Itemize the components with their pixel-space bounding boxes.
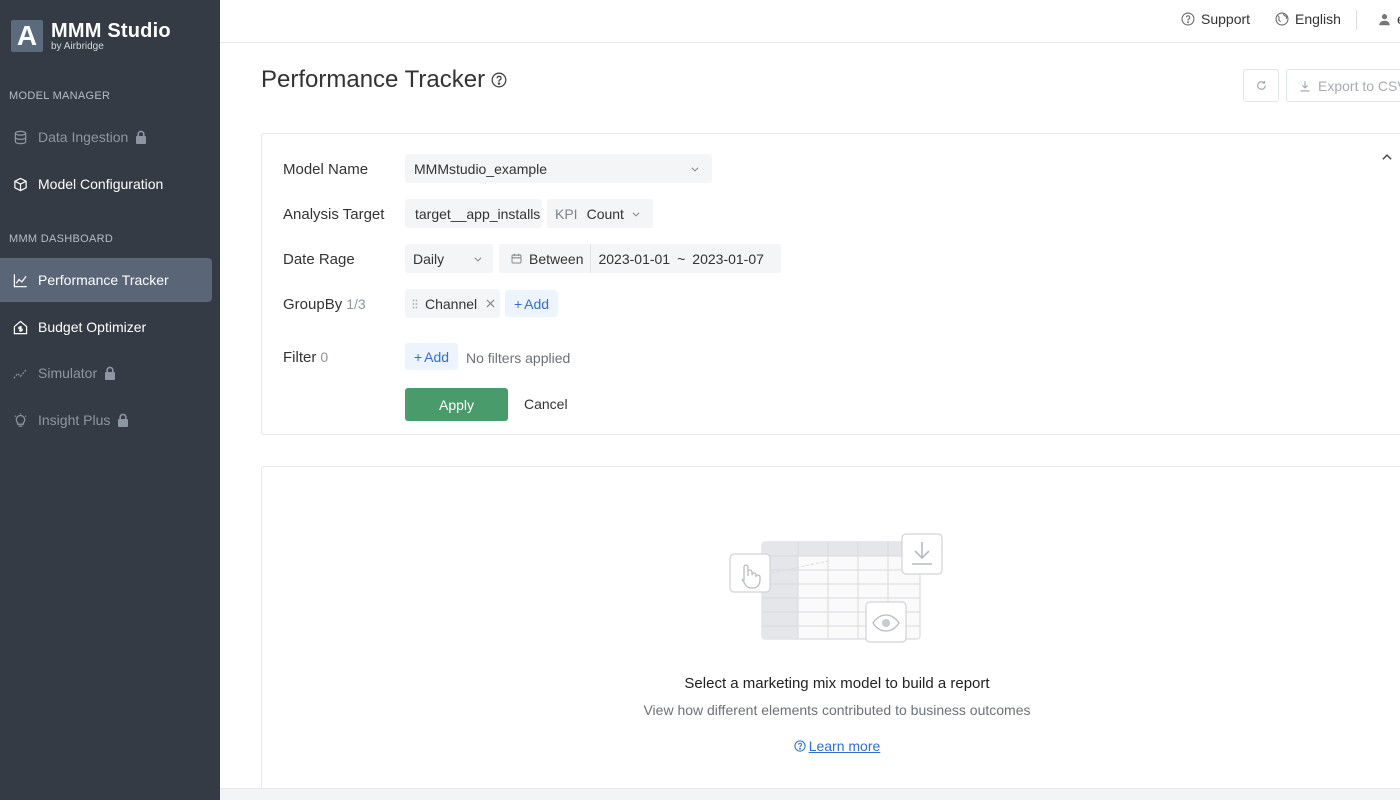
bottom-scroll-area [220, 788, 1400, 800]
sidebar-item-simulator[interactable]: Simulator [0, 351, 212, 395]
empty-state-subtitle: View how different elements contributed … [643, 702, 1031, 718]
sidebar-item-insight-plus[interactable]: Insight Plus [0, 398, 212, 442]
filter-label-text: Filter [283, 349, 317, 366]
groupby-add-label: Add [524, 295, 550, 312]
cube-icon [12, 176, 28, 192]
chevron-down-icon [474, 256, 482, 262]
date-separator: ~ [677, 250, 686, 267]
report-filter-panel: Model Name MMMstudio_example Analysis Ta… [261, 133, 1400, 435]
section-label-mmm-dashboard: MMM DASHBOARD [9, 233, 114, 245]
groupby-label-text: GroupBy [283, 296, 343, 313]
line-chart-icon [12, 272, 28, 288]
sidebar-item-label: Data Ingestion [38, 129, 129, 145]
date-granularity-select[interactable]: Daily [405, 244, 493, 273]
export-label: Export to CSV [1318, 77, 1400, 94]
plus-icon: + [413, 348, 423, 365]
language-label: English [1295, 11, 1341, 27]
groupby-chip-label: Channel [425, 295, 478, 312]
chevron-down-icon [691, 166, 699, 172]
close-icon[interactable] [486, 299, 495, 308]
date-granularity-value: Daily [413, 250, 445, 267]
help-circle-icon [794, 740, 806, 752]
analysis-target-chip[interactable]: target__app_installs [405, 199, 542, 228]
sidebar-item-label: Insight Plus [38, 412, 111, 428]
date-range-label: Date Rage [283, 251, 355, 268]
lock-icon [136, 130, 147, 144]
refresh-icon [1256, 81, 1266, 90]
section-label-model-manager: MODEL MANAGER [9, 90, 111, 102]
brand-subtitle: by Airbridge [51, 40, 104, 52]
topbar-divider [1356, 10, 1357, 30]
learn-more-label: Learn more [808, 738, 881, 754]
house-dollar-icon [12, 319, 28, 335]
apply-button[interactable]: Apply [405, 388, 508, 421]
sidebar-item-label: Budget Optimizer [38, 319, 147, 335]
sidebar-item-performance-tracker[interactable]: Performance Tracker [0, 258, 212, 302]
date-start-value: 2023-01-01 [598, 250, 671, 267]
refresh-button[interactable] [1243, 69, 1279, 102]
lightbulb-icon [12, 412, 28, 428]
date-end-value: 2023-01-07 [692, 250, 764, 267]
groupby-count: 1/3 [346, 296, 366, 312]
download-icon [1300, 80, 1310, 91]
globe-icon [1275, 12, 1289, 26]
date-range-picker[interactable]: Between 2023-01-01 ~ 2023-01-07 [499, 244, 781, 273]
kpi-label: KPI [555, 205, 578, 222]
user-icon [1379, 13, 1390, 25]
export-csv-button[interactable]: Export to CSV [1286, 69, 1400, 102]
database-icon [12, 129, 28, 145]
calendar-icon [511, 253, 522, 264]
user-menu[interactable]: e [1378, 11, 1400, 27]
brand-title: MMM Studio [51, 19, 171, 42]
sidebar-item-label: Model Configuration [38, 176, 164, 192]
date-mode-value: Between [529, 250, 584, 267]
filter-add-label: Add [424, 348, 450, 365]
groupby-chip-channel[interactable]: Channel [405, 289, 500, 318]
kpi-select[interactable]: KPI Count [547, 199, 653, 228]
filter-add-button[interactable]: + Add [405, 343, 458, 370]
analysis-target-value: target__app_installs [415, 205, 541, 222]
groupby-label: GroupBy 1/3 [283, 296, 366, 313]
sidebar-item-model-configuration[interactable]: Model Configuration [0, 162, 212, 206]
support-link[interactable]: Support [1181, 11, 1250, 27]
support-label: Support [1201, 11, 1251, 27]
report-table-illustration-icon [729, 533, 943, 643]
filter-label: Filter 0 [283, 349, 328, 366]
kpi-value: Count [586, 205, 624, 222]
logo-mark: A [11, 20, 43, 52]
date-divider [590, 244, 592, 273]
sidebar-item-budget-optimizer[interactable]: Budget Optimizer [0, 305, 212, 349]
lock-icon [118, 413, 129, 427]
brand-logo[interactable]: A MMM Studio by Airbridge [11, 20, 171, 52]
model-name-value: MMMstudio_example [414, 160, 548, 177]
learn-more-link[interactable]: Learn more [262, 738, 1400, 754]
sidebar: A MMM Studio by Airbridge MODEL MANAGER … [0, 0, 220, 800]
help-circle-icon [1181, 12, 1195, 26]
report-empty-state: Select a marketing mix model to build a … [261, 466, 1400, 800]
empty-state-title: Select a marketing mix model to build a … [684, 675, 990, 692]
model-name-select[interactable]: MMMstudio_example [405, 154, 712, 183]
plus-icon: + [513, 295, 523, 312]
language-selector[interactable]: English [1275, 11, 1341, 27]
cancel-button[interactable]: Cancel [524, 396, 568, 412]
model-name-label: Model Name [283, 161, 369, 178]
drag-handle-icon[interactable] [412, 299, 418, 309]
filter-count: 0 [320, 349, 329, 365]
sidebar-item-label: Simulator [38, 365, 98, 381]
lock-icon [105, 366, 116, 380]
chevron-up-icon[interactable] [1381, 151, 1393, 163]
help-circle-icon[interactable] [491, 72, 507, 88]
no-filters-text: No filters applied [466, 350, 571, 366]
sidebar-item-label: Performance Tracker [38, 272, 169, 288]
groupby-add-button[interactable]: + Add [505, 290, 558, 317]
page-title-text: Performance Tracker [261, 66, 486, 93]
page-title: Performance Tracker [261, 66, 507, 94]
analysis-target-label: Analysis Target [283, 206, 385, 223]
sidebar-item-data-ingestion[interactable]: Data Ingestion [0, 115, 212, 159]
chevron-down-icon [632, 211, 640, 217]
trend-icon [12, 365, 28, 381]
